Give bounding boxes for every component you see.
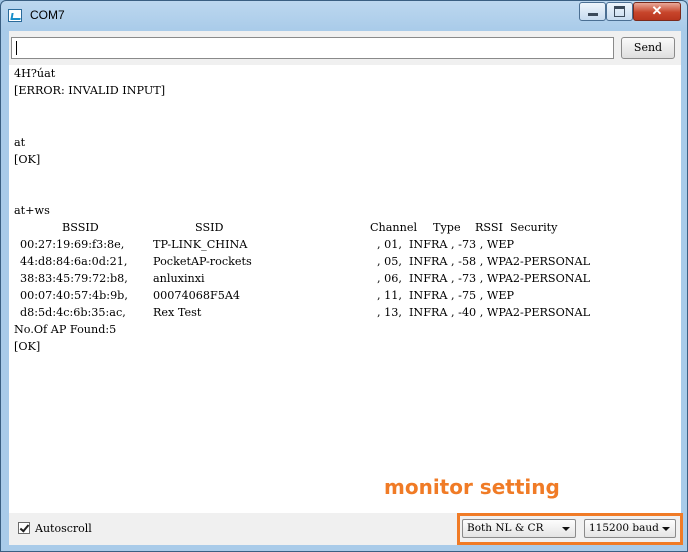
close-icon: ✕ xyxy=(651,3,663,18)
serial-monitor-window: COM7 ✕ Send 4H?úat [ERROR: INVALID INPUT… xyxy=(0,0,688,552)
header-type: Type xyxy=(433,221,461,234)
output-line: [OK] xyxy=(14,153,41,166)
row-ssid: anluxinxi xyxy=(153,272,205,285)
row-details: , 11, INFRA , -75 , WEP xyxy=(377,289,515,302)
output-line: 4H?úat xyxy=(14,67,56,80)
app-icon xyxy=(8,9,22,22)
header-ssid: SSID xyxy=(195,221,224,234)
row-bssid: d8:5d:4c:6b:35:ac, xyxy=(20,306,126,319)
monitor-setting-highlight xyxy=(457,513,683,545)
row-bssid: 38:83:45:79:72:b8, xyxy=(20,272,128,285)
monitor-client-area: Send 4H?úat [ERROR: INVALID INPUT] at [O… xyxy=(9,31,683,545)
status-bar: Autoscroll Both NL & CR 115200 baud xyxy=(9,513,683,545)
header-rssi: RSSI xyxy=(475,221,503,234)
row-details: , 06, INFRA , -73 , WPA2-PERSONAL xyxy=(377,272,591,285)
row-bssid: 44:d8:84:6a:0d:21, xyxy=(20,255,128,268)
minimize-button[interactable] xyxy=(579,2,606,21)
row-bssid: 00:07:40:57:4b:9b, xyxy=(20,289,128,302)
window-title: COM7 xyxy=(30,8,65,22)
maximize-button[interactable] xyxy=(606,2,633,21)
output-line: [OK] xyxy=(14,340,41,353)
row-ssid: PocketAP-rockets xyxy=(153,255,252,268)
row-details: , 13, INFRA , -40 , WPA2-PERSONAL xyxy=(377,306,591,319)
output-line: at xyxy=(14,136,26,149)
close-button[interactable]: ✕ xyxy=(633,2,681,21)
output-line: [ERROR: INVALID INPUT] xyxy=(14,84,166,97)
output-line: No.Of AP Found:5 xyxy=(14,323,117,336)
autoscroll-checkbox[interactable] xyxy=(18,522,30,534)
row-ssid: 00074068F5A4 xyxy=(153,289,241,302)
row-bssid: 00:27:19:69:f3:8e, xyxy=(20,238,125,251)
row-details: , 01, INFRA , -73 , WEP xyxy=(377,238,515,251)
send-button[interactable]: Send xyxy=(621,37,675,59)
header-security: Security xyxy=(510,221,558,234)
header-bssid: BSSID xyxy=(62,221,99,234)
row-details: , 05, INFRA , -58 , WPA2-PERSONAL xyxy=(377,255,591,268)
serial-output-area[interactable]: 4H?úat [ERROR: INVALID INPUT] at [OK] at… xyxy=(9,65,681,513)
row-ssid: Rex Test xyxy=(153,306,202,319)
maximize-icon xyxy=(614,6,625,17)
output-line: at+ws xyxy=(14,204,50,217)
text-caret xyxy=(16,41,17,55)
header-channel: Channel xyxy=(370,221,418,234)
serial-input-field[interactable] xyxy=(11,37,614,59)
minimize-icon xyxy=(587,13,598,16)
title-bar[interactable]: COM7 ✕ xyxy=(1,1,687,31)
row-ssid: TP-LINK_CHINA xyxy=(153,238,248,251)
autoscroll-label[interactable]: Autoscroll xyxy=(35,522,92,535)
monitor-setting-annotation: monitor setting xyxy=(384,475,560,499)
